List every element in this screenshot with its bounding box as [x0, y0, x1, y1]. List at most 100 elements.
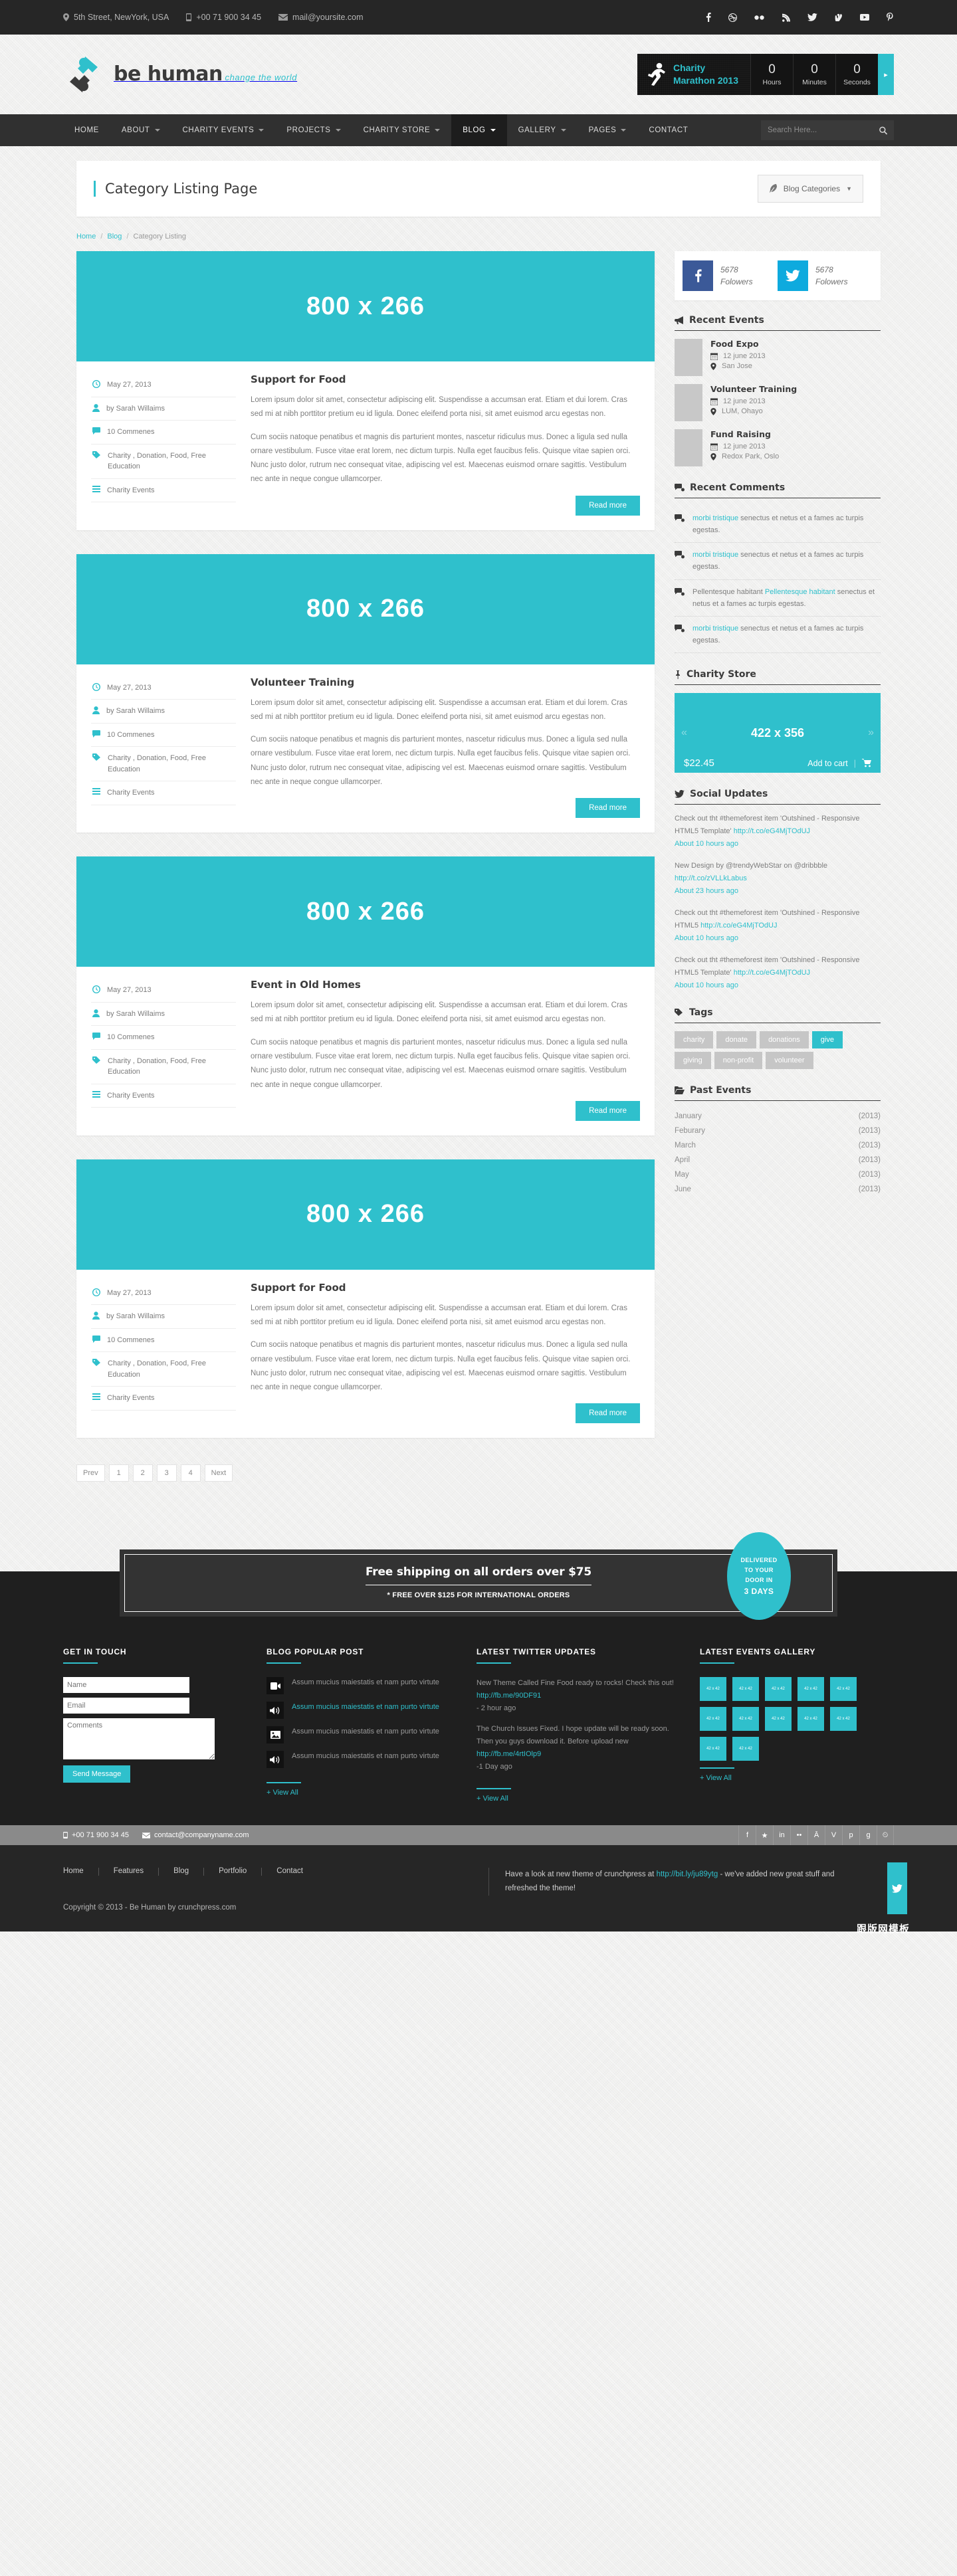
- tag-non-profit[interactable]: non-profit: [714, 1052, 763, 1070]
- gallery-thumbnail[interactable]: 42 x 42: [700, 1677, 726, 1702]
- facebook-followers[interactable]: 5678 Folowers: [683, 260, 778, 291]
- send-message-button[interactable]: Send Message: [63, 1765, 131, 1783]
- gallery-thumbnail[interactable]: 42 x 42: [700, 1737, 726, 1761]
- footer-nav-features[interactable]: Features: [99, 1868, 160, 1876]
- nav-search[interactable]: [761, 120, 894, 140]
- linkedin-icon[interactable]: in: [773, 1825, 790, 1846]
- site-logo[interactable]: be human change the world: [63, 54, 297, 95]
- read-more-button[interactable]: Read more: [576, 1100, 640, 1121]
- nav-item-contact[interactable]: CONTACT: [637, 114, 699, 146]
- list-item[interactable]: April (2013): [675, 1153, 881, 1167]
- rss-icon[interactable]: [782, 13, 790, 22]
- contact-email-input[interactable]: [63, 1698, 189, 1714]
- pagination-page-4[interactable]: 4: [180, 1464, 201, 1482]
- nav-item-blog[interactable]: BLOG: [451, 114, 507, 146]
- list-item[interactable]: Feburary (2013): [675, 1124, 881, 1138]
- search-input[interactable]: [768, 126, 879, 134]
- tag-charity[interactable]: charity: [675, 1031, 714, 1049]
- pagination-page-3[interactable]: 3: [156, 1464, 177, 1482]
- footer-nav-portfolio[interactable]: Portfolio: [204, 1868, 263, 1876]
- nav-item-about[interactable]: ABOUT: [110, 114, 171, 146]
- search-icon[interactable]: [879, 126, 887, 135]
- nav-item-home[interactable]: HOME: [63, 114, 110, 146]
- list-item[interactable]: March (2013): [675, 1138, 881, 1153]
- dribbble-icon[interactable]: [728, 13, 737, 22]
- list-item[interactable]: morbi tristique senectus et netus et a f…: [675, 506, 881, 544]
- list-item[interactable]: Food Expo 12 june 2013 San Jose: [675, 339, 881, 376]
- twitter-icon[interactable]: ★: [756, 1825, 773, 1846]
- tweet-link[interactable]: http://fb.me/4rtIOlp9: [477, 1748, 676, 1761]
- add-to-cart-button[interactable]: Add to cart |: [807, 759, 871, 768]
- gallery-thumbnail[interactable]: 42 x 42: [765, 1707, 792, 1732]
- comment-link[interactable]: morbi tristique: [692, 551, 738, 559]
- update-link[interactable]: http://t.co/zVLLkLabus: [675, 874, 747, 882]
- list-item[interactable]: Assum mucius maiestatis et nam purto vir…: [266, 1751, 453, 1769]
- breadcrumb-blog[interactable]: Blog: [107, 233, 122, 241]
- pagination-page-1[interactable]: 1: [108, 1464, 129, 1482]
- nav-item-gallery[interactable]: GALLERY: [507, 114, 578, 146]
- twitter-follow-button[interactable]: [887, 1862, 907, 1915]
- tag-volunteer[interactable]: volunteer: [766, 1052, 813, 1070]
- list-item[interactable]: January (2013): [675, 1109, 881, 1124]
- contact-comments-input[interactable]: [63, 1718, 215, 1760]
- pagination-page-2[interactable]: 2: [132, 1464, 153, 1482]
- youtube-icon[interactable]: [860, 14, 869, 21]
- gallery-thumbnail[interactable]: 42 x 42: [765, 1677, 792, 1702]
- comment-link[interactable]: morbi tristique: [692, 514, 738, 522]
- list-item[interactable]: Fund Raising 12 june 2013 Redox Park, Os…: [675, 429, 881, 466]
- tag-donations[interactable]: donations: [760, 1031, 809, 1049]
- gallery-thumbnail[interactable]: 42 x 42: [732, 1707, 759, 1732]
- tag-give[interactable]: give: [811, 1031, 843, 1049]
- flickr-icon[interactable]: [754, 15, 765, 20]
- contact-name-input[interactable]: [63, 1677, 189, 1694]
- comment-link[interactable]: Pellentesque habitant: [765, 588, 835, 596]
- pinterest-icon[interactable]: p: [842, 1825, 859, 1846]
- read-more-button[interactable]: Read more: [576, 1403, 640, 1424]
- vimeo-icon[interactable]: V: [825, 1825, 842, 1846]
- update-link[interactable]: http://t.co/eG4MjTOdUJ: [734, 969, 810, 977]
- list-item[interactable]: Assum mucius maiestatis et nam purto vir…: [266, 1702, 453, 1720]
- list-item[interactable]: May (2013): [675, 1167, 881, 1182]
- footer-nav-home[interactable]: Home: [63, 1868, 99, 1876]
- list-item[interactable]: June (2013): [675, 1182, 881, 1197]
- list-item[interactable]: Assum mucius maiestatis et nam purto vir…: [266, 1677, 453, 1695]
- read-more-button[interactable]: Read more: [576, 798, 640, 819]
- flickr-icon[interactable]: ••: [790, 1825, 807, 1846]
- gallery-thumbnail[interactable]: 42 x 42: [732, 1737, 759, 1761]
- behance-icon[interactable]: Ā: [807, 1825, 825, 1846]
- gallery-thumbnail[interactable]: 42 x 42: [798, 1677, 824, 1702]
- gallery-thumbnail[interactable]: 42 x 42: [830, 1677, 857, 1702]
- gallery-thumbnail[interactable]: 42 x 42: [732, 1677, 759, 1702]
- list-item[interactable]: morbi tristique senectus et netus et a f…: [675, 617, 881, 654]
- footer-tweet-link[interactable]: http://bit.ly/ju89ytg: [657, 1870, 718, 1878]
- rss-icon[interactable]: ⏲: [877, 1825, 894, 1846]
- tag-donate[interactable]: donate: [716, 1031, 757, 1049]
- gallery-view-all-link[interactable]: + View All: [700, 1767, 734, 1782]
- facebook-icon[interactable]: f: [738, 1825, 756, 1846]
- tag-giving[interactable]: giving: [675, 1052, 711, 1070]
- list-item[interactable]: Pellentesque habitant Pellentesque habit…: [675, 580, 881, 617]
- email-link[interactable]: mail@yoursite.com: [292, 13, 363, 22]
- footer-nav-contact[interactable]: Contact: [262, 1868, 318, 1876]
- twitter-followers[interactable]: 5678 Folowers: [778, 260, 873, 291]
- twitter-icon[interactable]: [807, 13, 817, 21]
- footer-email-link[interactable]: contact@companyname.com: [154, 1831, 249, 1839]
- update-link[interactable]: http://t.co/eG4MjTOdUJ: [734, 827, 810, 835]
- tweet-link[interactable]: http://fb.me/90DF91: [477, 1690, 676, 1702]
- pinterest-icon[interactable]: [887, 13, 894, 22]
- gallery-thumbnail[interactable]: 42 x 42: [700, 1707, 726, 1732]
- update-link[interactable]: http://t.co/eG4MjTOdUJ: [700, 922, 777, 930]
- nav-item-projects[interactable]: PROJECTS: [275, 114, 352, 146]
- gallery-thumbnail[interactable]: 42 x 42: [830, 1707, 857, 1732]
- footer-nav-blog[interactable]: Blog: [159, 1868, 205, 1876]
- nav-item-pages[interactable]: PAGES: [578, 114, 638, 146]
- pagination-next[interactable]: Next: [204, 1464, 233, 1482]
- list-item[interactable]: Volunteer Training 12 june 2013 LUM, Oha…: [675, 384, 881, 421]
- nav-item-charity-store[interactable]: CHARITY STORE: [352, 114, 452, 146]
- popular-view-all-link[interactable]: + View All: [266, 1782, 301, 1797]
- googleplus-icon[interactable]: g: [859, 1825, 877, 1846]
- comment-link[interactable]: morbi tristique: [692, 625, 738, 633]
- read-more-button[interactable]: Read more: [576, 495, 640, 516]
- pagination-prev[interactable]: Prev: [76, 1464, 105, 1482]
- vimeo-icon[interactable]: [835, 13, 843, 21]
